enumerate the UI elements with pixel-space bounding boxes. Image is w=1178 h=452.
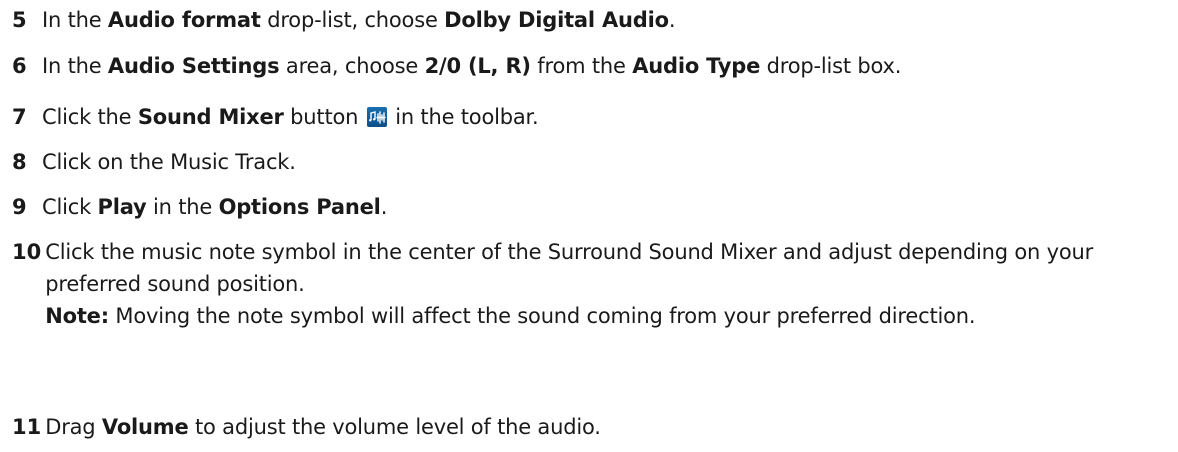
ui-term: Play [97,195,147,219]
step-number: 11 [12,415,42,439]
note-text: Moving the note symbol will affect the s… [108,304,976,328]
ui-term: Audio Type [632,54,761,78]
step-6: 6 In the Audio Settings area, choose 2/0… [12,50,1170,82]
step-number: 5 [12,8,27,32]
step-main-text: Click the music note symbol in the cente… [45,240,1094,296]
step-7: 7 Click the Sound Mixer button in the to… [12,101,1170,133]
step-number: 6 [12,54,27,78]
step-8: 8 Click on the Music Track. [12,146,1170,178]
ui-term: Volume [101,415,189,439]
ui-term: Options Panel [218,195,381,219]
note-label: Note: [45,304,109,328]
step-text: In the Audio format drop-list, choose Do… [42,8,676,32]
step-text: Click the Sound Mixer button in the tool… [42,105,539,129]
sound-mixer-icon [366,107,387,127]
step-number: 10 [12,240,42,264]
ui-term: Sound Mixer [137,105,284,129]
step-number: 9 [12,195,27,219]
ui-term: 2/0 (L, R) [424,54,531,78]
step-number: 7 [12,105,27,129]
ui-term: Audio Settings [107,54,280,78]
step-text: In the Audio Settings area, choose 2/0 (… [42,54,902,78]
step-text: Click the music note symbol in the cente… [45,236,1170,332]
step-text: Click on the Music Track. [42,150,296,174]
step-text: Click Play in the Options Panel. [42,195,388,219]
step-10: 10 Click the music note symbol in the ce… [12,236,1170,332]
step-5: 5 In the Audio format drop-list, choose … [12,4,1170,36]
step-11: 11 Drag Volume to adjust the volume leve… [12,411,1170,443]
step-9: 9 Click Play in the Options Panel. [12,191,1170,223]
ui-term: Dolby Digital Audio [444,8,669,32]
ui-term: Audio format [107,8,261,32]
note: Note: Moving the note symbol will affect… [45,300,1170,332]
step-number: 8 [12,150,27,174]
step-text: Drag Volume to adjust the volume level o… [45,415,601,439]
